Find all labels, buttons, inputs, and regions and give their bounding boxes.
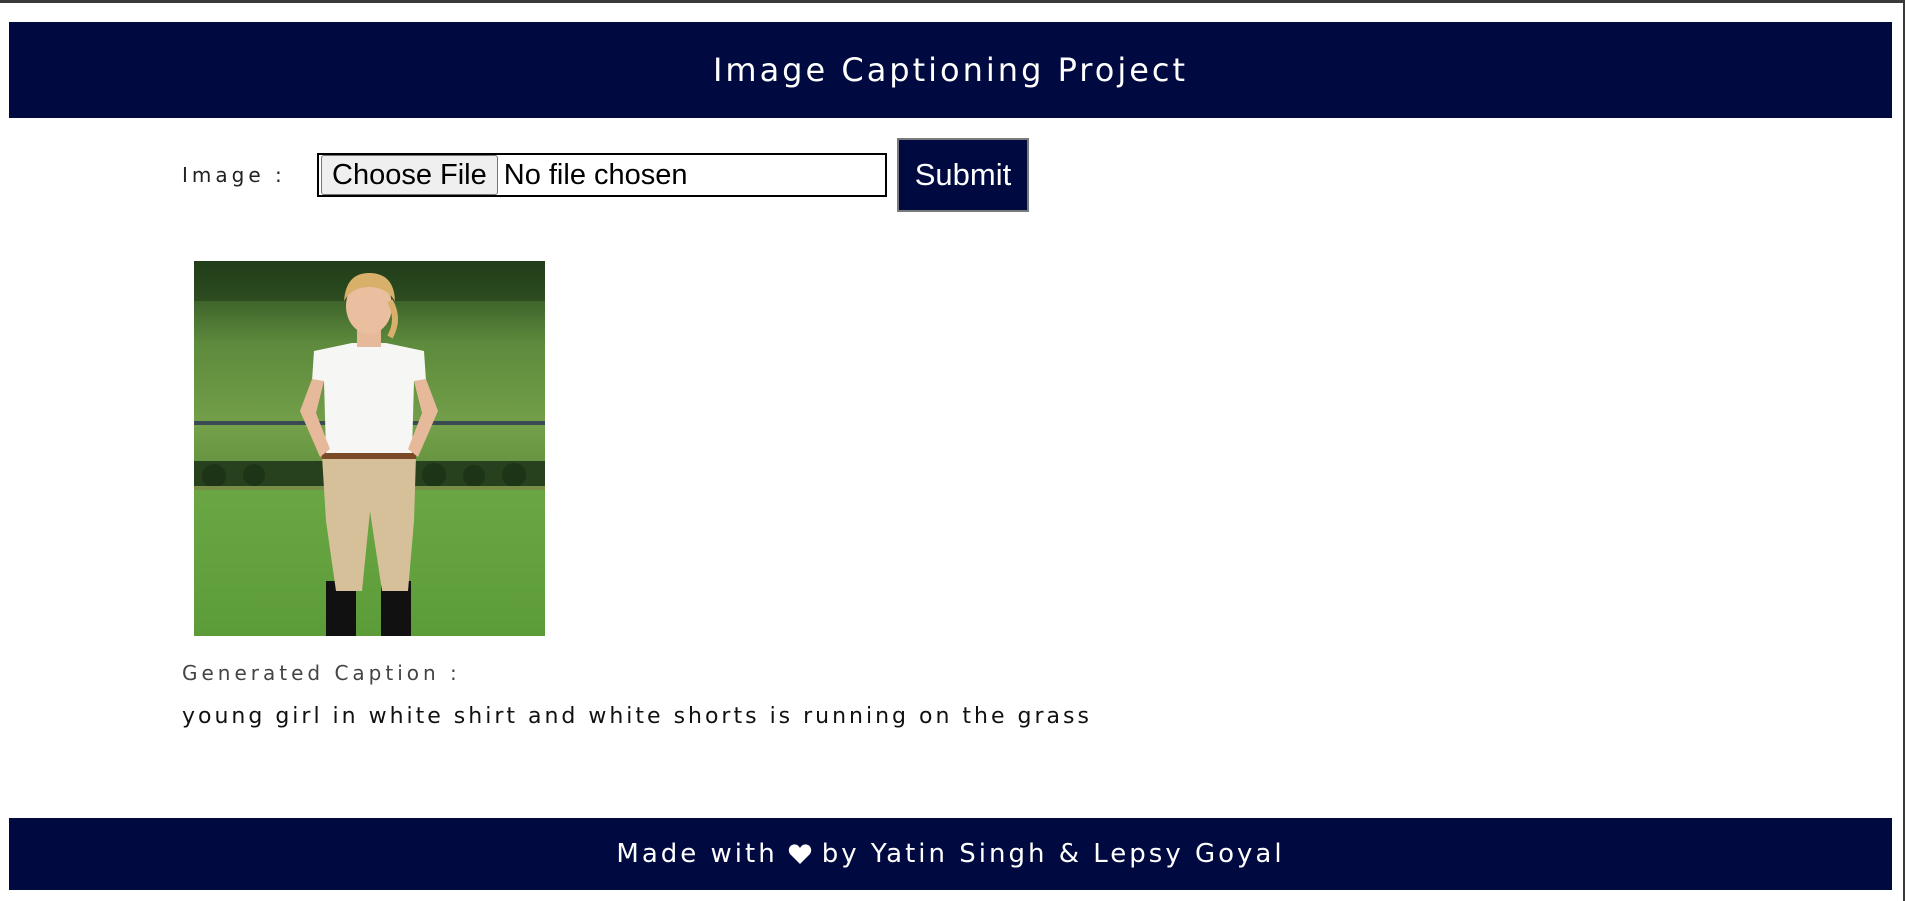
girl-photo [194, 261, 545, 636]
heart-icon [788, 843, 812, 865]
page: Image Captioning Project Image : Choose … [0, 0, 1905, 901]
uploaded-image-preview [194, 261, 545, 636]
file-status-text: No file chosen [503, 158, 688, 191]
caption-label: Generated Caption : [182, 661, 461, 685]
footer-bar: Made with by Yatin Singh & Lepsy Goyal [9, 818, 1892, 890]
page-title: Image Captioning Project [712, 51, 1189, 89]
footer-text-before: Made with [616, 839, 778, 869]
footer-text-after: by Yatin Singh & Lepsy Goyal [821, 839, 1285, 869]
upload-form: Image : Choose File No file chosen Submi… [182, 137, 1029, 213]
image-label: Image : [182, 163, 286, 187]
generated-caption: young girl in white shirt and white shor… [182, 704, 1092, 729]
choose-file-button[interactable]: Choose File [321, 155, 498, 195]
submit-button[interactable]: Submit [897, 138, 1029, 212]
header-bar: Image Captioning Project [9, 22, 1892, 118]
file-input[interactable]: Choose File No file chosen [317, 153, 887, 197]
